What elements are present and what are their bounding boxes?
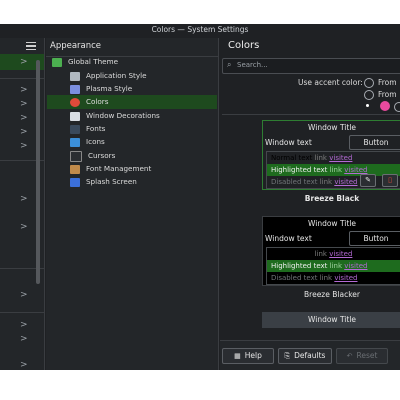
search-input[interactable]: ⌕ Search... [222, 58, 400, 74]
tree-item-font-management[interactable]: Font Management [70, 162, 151, 175]
preview-highlight-row: Highlighted text link visited [267, 164, 400, 176]
chevron-right-icon[interactable]: > [20, 57, 28, 67]
page-title: Colors [228, 40, 260, 51]
window-decorations-icon [70, 111, 80, 121]
defaults-icon: ⎘ [284, 352, 291, 360]
chevron-right-icon[interactable]: > [20, 113, 28, 123]
divider [222, 114, 400, 115]
accent-option-label: From [378, 78, 397, 87]
delete-scheme-button[interactable]: ▯ [382, 174, 398, 187]
preview-window-text: Window text [265, 234, 312, 243]
fonts-icon [70, 124, 80, 134]
scheme-name: Breeze Blacker [304, 290, 360, 299]
scheme-preview-third[interactable]: Window Title [262, 312, 400, 328]
defaults-button[interactable]: ⎘ Defaults [278, 348, 332, 364]
application-style-icon [70, 71, 80, 81]
colors-icon [70, 97, 80, 107]
panel-heading: Appearance [50, 41, 102, 51]
preview-disabled-row: Disabled text link visited [271, 274, 358, 282]
accent-option-label: From [378, 90, 397, 99]
reset-button[interactable]: ↶ Reset [336, 348, 388, 364]
trash-icon: ▯ [388, 176, 392, 184]
undo-icon: ↶ [346, 352, 353, 360]
chevron-right-icon[interactable]: > [20, 360, 28, 370]
plasma-style-icon [70, 84, 80, 94]
font-management-icon [70, 164, 80, 174]
search-icon: ⌕ [227, 60, 232, 69]
preview-list: Normal text link visited Highlighted tex… [266, 247, 400, 285]
divider [0, 312, 44, 313]
sidebar-scrollbar[interactable] [36, 60, 40, 284]
tree-item-application-style[interactable]: Application Style [70, 69, 147, 82]
chevron-right-icon[interactable]: > [20, 127, 28, 137]
scheme-preview-breeze-black[interactable]: Window Title Window text Button Normal t… [262, 120, 400, 190]
accent-color-swatch[interactable] [380, 101, 390, 111]
chevron-right-icon[interactable]: > [20, 141, 28, 151]
tree-item-splash-screen[interactable]: Splash Screen [70, 175, 137, 188]
hamburger-menu-icon[interactable] [26, 40, 36, 52]
preview-window-title: Window Title [307, 123, 357, 132]
preview-normal-row: Normal text link visited [271, 154, 353, 162]
chevron-right-icon[interactable]: > [20, 320, 28, 330]
preview-normal-row: Normal text link visited [271, 250, 353, 258]
preview-window-title: Window Title [307, 315, 357, 324]
pencil-icon: ✎ [365, 176, 371, 184]
accent-radio-from-wallpaper[interactable] [364, 90, 374, 100]
screen-background [0, 370, 400, 400]
tree-item-cursors[interactable]: Cursors [70, 149, 115, 162]
cursors-icon [70, 150, 82, 162]
icons-icon [70, 137, 80, 147]
accent-color-label: Use accent color: [298, 78, 363, 87]
splash-screen-icon [70, 177, 80, 187]
tree-item-window-decorations[interactable]: Window Decorations [70, 109, 160, 122]
tree-item-fonts[interactable]: Fonts [70, 122, 105, 135]
chevron-right-icon[interactable]: > [20, 85, 28, 95]
window-title: Colors — System Settings [151, 25, 249, 34]
preview-window-title: Window Title [307, 219, 357, 228]
tree-item-plasma-style[interactable]: Plasma Style [70, 82, 132, 95]
chevron-right-icon[interactable]: > [20, 194, 28, 204]
help-button[interactable]: ▦ Help [222, 348, 274, 364]
scheme-preview-breeze-blacker[interactable]: Window Title Window text Button Normal t… [262, 216, 400, 286]
preview-button: Button [349, 231, 400, 246]
tree-item-icons[interactable]: Icons [70, 135, 105, 148]
tree-item-global-theme[interactable]: Global Theme [52, 55, 118, 68]
radio-selected-dot[interactable] [366, 104, 369, 107]
accent-radio-from-scheme[interactable] [364, 78, 374, 88]
preview-list: Normal text link visited Highlighted tex… [266, 151, 400, 189]
scheme-name: Breeze Black [304, 194, 360, 203]
chevron-right-icon[interactable]: > [20, 334, 28, 344]
chevron-right-icon[interactable]: > [20, 222, 28, 232]
tree-item-colors[interactable]: Colors [70, 95, 109, 108]
help-icon: ▦ [234, 352, 241, 360]
preview-disabled-row: Disabled text link visited [271, 178, 358, 186]
chevron-right-icon[interactable]: > [20, 290, 28, 300]
preview-button: Button [349, 135, 400, 150]
preview-window-text: Window text [265, 138, 312, 147]
chevron-right-icon[interactable]: > [20, 99, 28, 109]
accent-color-swatch[interactable] [394, 102, 400, 112]
preview-highlight-row: Highlighted text link visited [267, 260, 400, 272]
edit-scheme-button[interactable]: ✎ [360, 174, 376, 187]
global-theme-icon [52, 57, 62, 67]
